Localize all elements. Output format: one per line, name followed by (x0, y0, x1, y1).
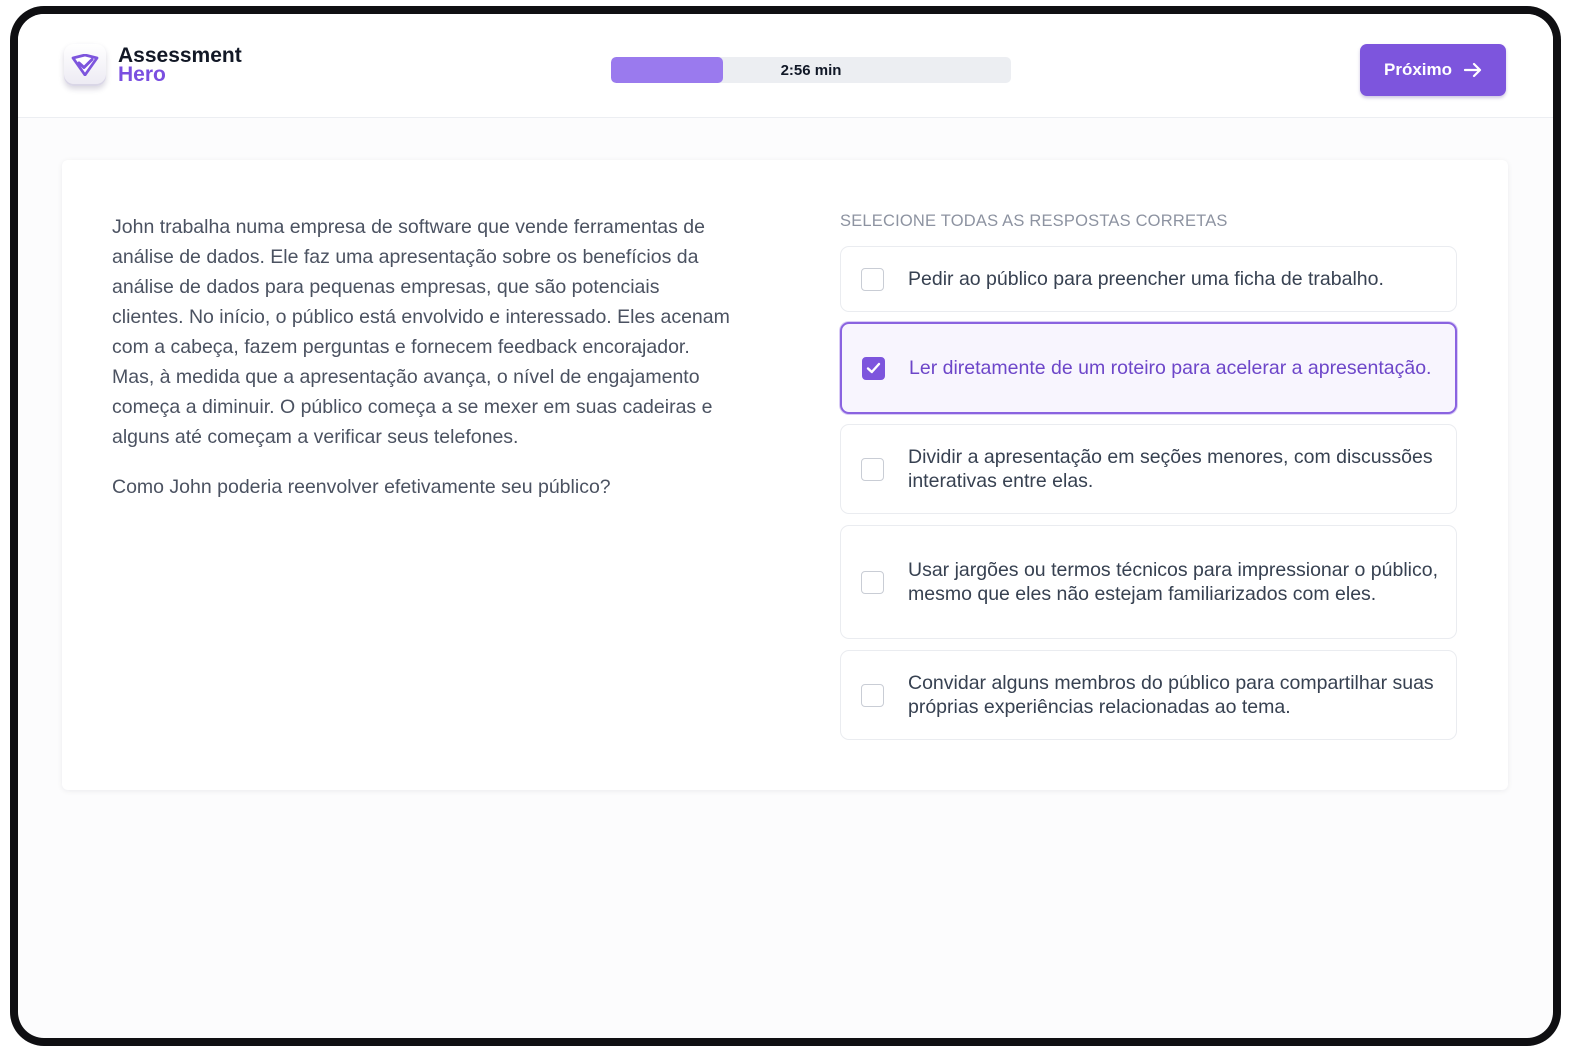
check-icon (866, 362, 881, 374)
question-text: John trabalha numa empresa de software q… (112, 212, 732, 502)
answer-checkbox-2[interactable] (862, 356, 885, 380)
logo-wordmark: Assessment Hero (118, 45, 242, 86)
answer-checkbox-4[interactable] (861, 570, 884, 594)
timer-progress-bar: 2:56 min (611, 57, 1011, 83)
question-scenario: John trabalha numa empresa de software q… (112, 216, 730, 448)
answer-option-label: Usar jargões ou termos técnicos para imp… (908, 559, 1438, 605)
answer-option-label: Ler diretamente de um roteiro para acele… (909, 357, 1432, 379)
answer-option-5[interactable]: Convidar alguns membros do público para … (840, 650, 1457, 740)
next-button[interactable]: Próximo (1360, 44, 1506, 96)
shield-check-icon (64, 44, 106, 86)
answer-option-label: Dividir a apresentação em seções menores… (908, 446, 1433, 492)
answer-option-3[interactable]: Dividir a apresentação em seções menores… (840, 424, 1457, 514)
question-card: John trabalha numa empresa de software q… (62, 160, 1508, 790)
next-button-label: Próximo (1383, 60, 1453, 79)
answer-option-2[interactable]: Ler diretamente de um roteiro para acele… (840, 322, 1457, 414)
answers-heading: SELECIONE TODAS AS RESPOSTAS CORRETAS (840, 212, 1228, 230)
answer-checkbox-5[interactable] (861, 683, 884, 707)
answer-option-label: Pedir ao público para preencher uma fich… (908, 268, 1384, 290)
arrow-right-icon (1464, 62, 1482, 78)
app-screen: Assessment Hero 2:56 min Próximo John tr… (18, 14, 1553, 1038)
answer-option-4[interactable]: Usar jargões ou termos técnicos para imp… (840, 525, 1457, 639)
answer-checkbox-1[interactable] (861, 267, 884, 291)
top-bar: Assessment Hero 2:56 min Próximo (18, 14, 1553, 118)
answer-option-label: Convidar alguns membros do público para … (908, 672, 1434, 718)
question-prompt: Como John poderia reenvolver efetivament… (112, 476, 611, 498)
answer-option-1[interactable]: Pedir ao público para preencher uma fich… (840, 246, 1457, 312)
answer-checkbox-3[interactable] (861, 457, 884, 481)
logo: Assessment Hero (64, 44, 242, 86)
timer-label: 2:56 min (780, 61, 842, 79)
device-frame: Assessment Hero 2:56 min Próximo John tr… (10, 6, 1561, 1046)
logo-text-line2: Hero (118, 63, 166, 86)
